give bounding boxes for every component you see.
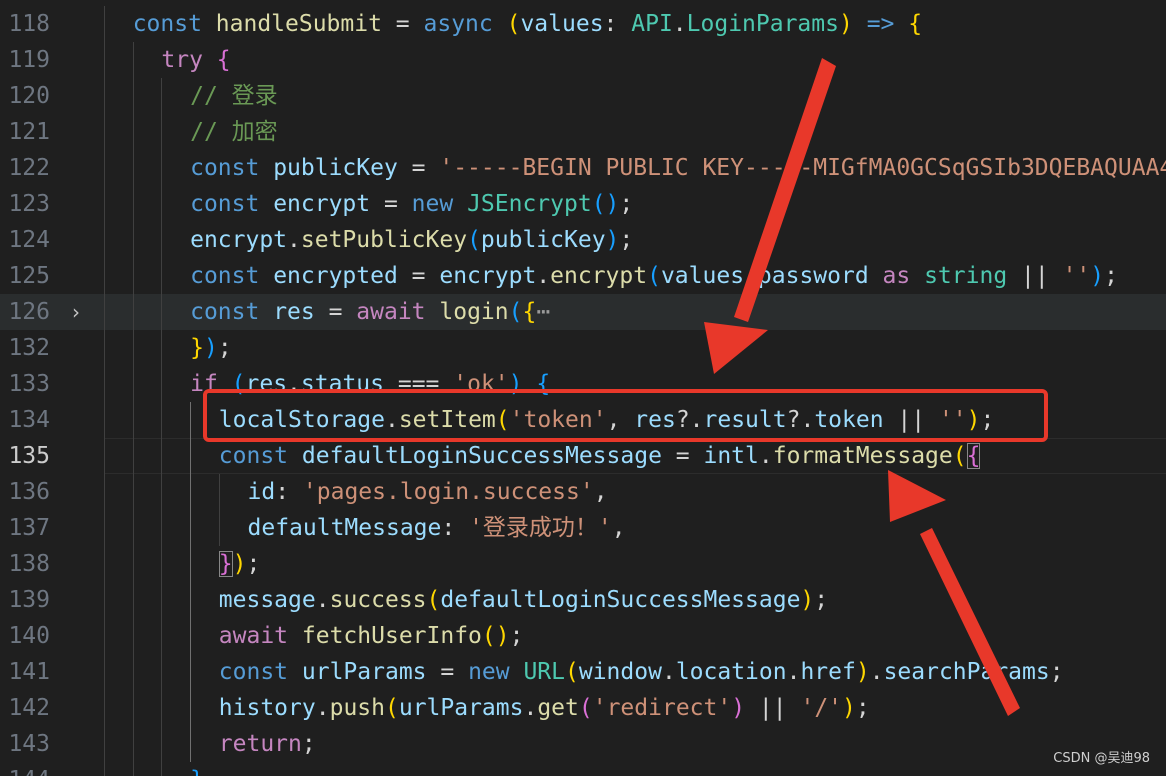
annotation-arrows	[704, 58, 1020, 716]
watermark: CSDN @吴迪98	[1053, 751, 1150, 766]
arrow-down-left	[704, 58, 836, 374]
arrow-up-left	[888, 470, 1020, 716]
